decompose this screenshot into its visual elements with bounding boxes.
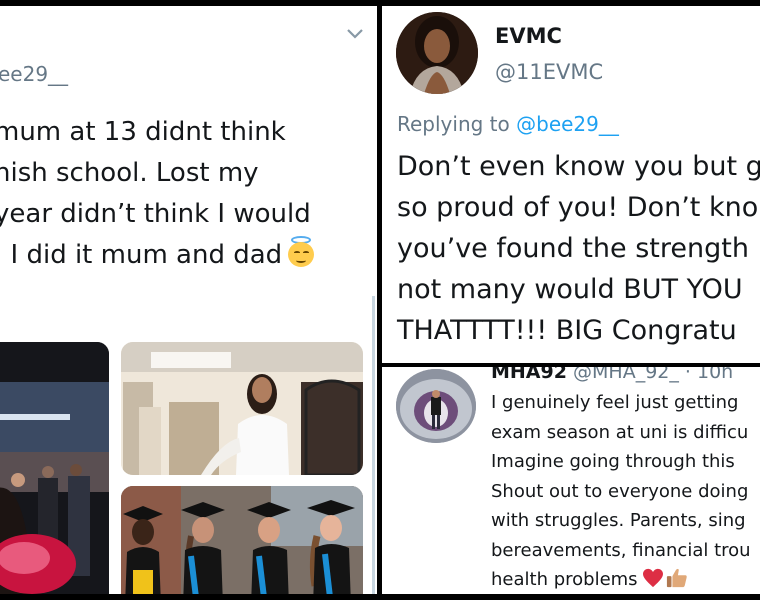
comment-tweet: MHA92 @MHA_92_ · 10h I genuinely feel ju… (382, 367, 760, 594)
tweet-line: . I did it mum and dad (0, 240, 283, 270)
author-handle[interactable]: @11EVMC (495, 60, 603, 84)
avatar[interactable] (396, 12, 478, 94)
original-tweet: ee29__ mum at 13 didnt think nish school… (0, 6, 377, 594)
chevron-down-icon[interactable] (345, 26, 365, 40)
author-name[interactable]: EVMC (495, 24, 562, 48)
graduation-photo-1[interactable] (0, 342, 109, 594)
tweet-line: you’ve found the strength (397, 233, 749, 264)
tweet-line: not many would BUT YOU (397, 274, 743, 305)
author-name[interactable]: MHA92 (491, 367, 567, 383)
tweet-line: exam season at uni is difficu (491, 421, 749, 443)
smiling-face-with-halo-icon (286, 236, 316, 267)
mention-link[interactable]: @bee29__ (516, 112, 619, 136)
tweet-line: mum at 13 didnt think (0, 117, 286, 147)
author-handle[interactable]: @MHA_92_ (573, 367, 679, 383)
tweet-line: year didn’t think I would (0, 199, 311, 229)
replying-to: Replying to @bee29__ (397, 112, 619, 136)
tweet-line: health problems (491, 569, 638, 590)
reply-tweet: EVMC @11EVMC Replying to @bee29__ Don’t … (382, 6, 760, 363)
tweet-line: bereavements, financial trou (491, 539, 751, 561)
tweet-line: I genuinely feel just getting (491, 392, 739, 413)
tweet-line: Shout out to everyone doing (491, 480, 749, 502)
red-heart-icon (642, 568, 663, 588)
scrollbar[interactable] (372, 296, 375, 594)
graduation-photo-3[interactable] (121, 486, 363, 594)
tweet-line: Don’t even know you but g (397, 151, 760, 182)
tweet-line: nish school. Lost my (0, 158, 259, 188)
avatar[interactable] (396, 369, 476, 443)
tweet-line: Imagine going through this (491, 451, 735, 472)
tweet-line: with struggles. Parents, sing (491, 510, 746, 531)
thumbs-up-icon (666, 568, 687, 588)
replying-to-label: Replying to (397, 112, 510, 136)
tweet-line: so proud of you! Don’t kno (397, 192, 759, 223)
tweet-line-last: . I did it mum and dad (0, 235, 316, 276)
tweet-line-last: health problems (491, 565, 751, 594)
tweet-text: Don’t even know you but g so proud of yo… (397, 146, 760, 351)
tweet-text: mum at 13 didnt think nish school. Lost … (0, 112, 316, 276)
graduation-photo-2[interactable] (121, 342, 363, 475)
tweet-handle[interactable]: ee29__ (0, 62, 68, 86)
comment-header: MHA92 @MHA_92_ · 10h (491, 367, 733, 383)
timestamp[interactable]: · 10h (685, 367, 733, 383)
tweet-text: I genuinely feel just getting exam seaso… (491, 388, 751, 594)
tweet-line: THATTTT!!! BIG Congratu (397, 315, 737, 346)
